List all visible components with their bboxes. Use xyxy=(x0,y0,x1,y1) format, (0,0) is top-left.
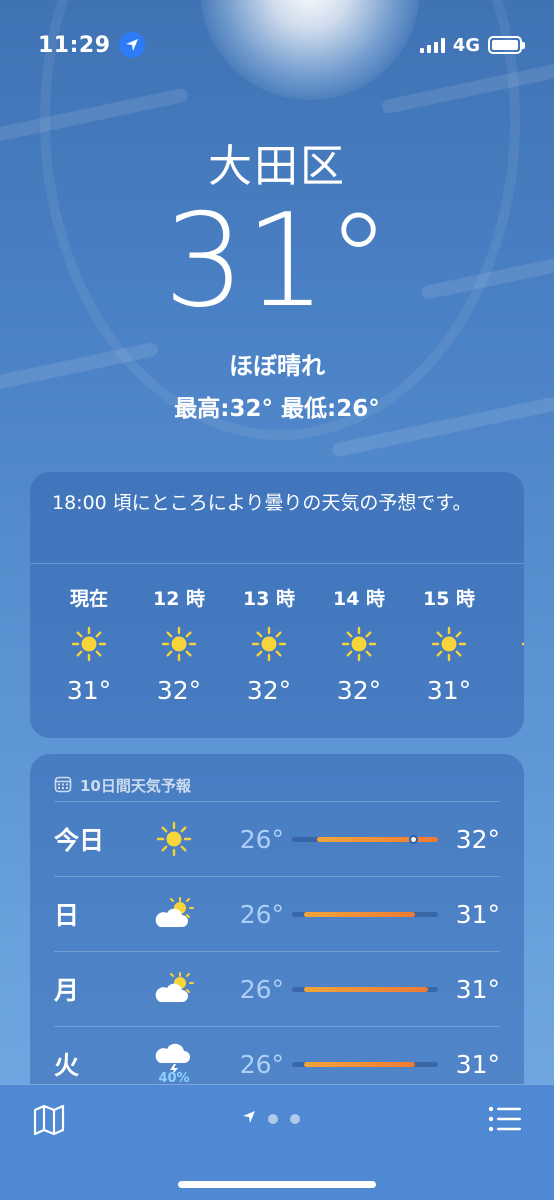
hour-label: 12 時 xyxy=(152,588,206,610)
day-name: 火 xyxy=(54,1051,80,1080)
page-dot[interactable] xyxy=(268,1113,278,1124)
page-indicator[interactable] xyxy=(242,1109,300,1128)
status-time-group: 11:29 xyxy=(38,32,145,58)
day-row[interactable]: 月 26° 31° xyxy=(54,952,500,1027)
day-high: 31° xyxy=(455,974,500,1004)
hour-label: 16 xyxy=(494,584,524,612)
hourly-forecast-card[interactable]: 18:00 頃にところにより曇りの天気の予想です。 現在 31° 12 時 32… xyxy=(30,472,524,738)
sun-icon xyxy=(224,612,314,676)
sun-icon xyxy=(144,821,204,857)
partly-cloudy-icon xyxy=(144,896,204,932)
hour-label: 現在 xyxy=(69,588,108,610)
hour-item: 16 3 xyxy=(494,584,524,705)
sun-icon xyxy=(494,612,524,676)
current-weather: 大田区 31° ほぼ晴れ 最高:32° 最低:26° xyxy=(0,130,554,423)
day-row[interactable]: 日 26° 31° xyxy=(54,877,500,952)
temperature-range-bar xyxy=(292,912,438,917)
status-bar: 11:29 4G xyxy=(0,28,554,62)
current-temperature: 31° xyxy=(163,187,391,336)
range-fill xyxy=(316,837,438,842)
bottom-toolbar xyxy=(0,1084,554,1200)
location-arrow-icon xyxy=(242,1109,256,1128)
hour-temp: 32° xyxy=(156,676,202,705)
hour-label: 15 時 xyxy=(422,588,476,610)
day-high: 31° xyxy=(455,899,500,929)
hourly-list[interactable]: 現在 31° 12 時 32° 13 時 32° 14 時 32° 15 時 3… xyxy=(30,564,524,705)
home-indicator[interactable] xyxy=(178,1181,376,1188)
hour-item: 12 時 32° xyxy=(134,584,224,705)
hour-label: 13 時 xyxy=(242,588,296,610)
daily-title: 10日間天気予報 xyxy=(80,777,191,795)
hour-item: 13 時 32° xyxy=(224,584,314,705)
signal-icon xyxy=(419,37,445,53)
hour-temp: 31° xyxy=(66,676,112,705)
temperature-range-bar xyxy=(292,1062,438,1067)
day-high: 32° xyxy=(455,824,500,854)
hour-temp: 32° xyxy=(336,676,382,705)
list-icon[interactable] xyxy=(488,1105,522,1133)
hour-temp: 31° xyxy=(426,676,472,705)
sun-icon xyxy=(404,612,494,676)
status-right: 4G xyxy=(419,34,525,56)
day-low: 26° xyxy=(239,899,284,929)
day-name: 今日 xyxy=(54,826,105,855)
location-name: 大田区 xyxy=(208,141,346,192)
day-low: 26° xyxy=(239,824,284,854)
range-fill xyxy=(303,1062,415,1067)
temperature-range-bar xyxy=(292,835,438,844)
hour-item: 現在 31° xyxy=(44,584,134,705)
hour-item: 14 時 32° xyxy=(314,584,404,705)
day-name: 日 xyxy=(54,901,80,930)
high-low: 最高:32° 最低:26° xyxy=(174,396,380,422)
range-fill xyxy=(303,912,415,917)
sun-icon xyxy=(44,612,134,676)
map-icon[interactable] xyxy=(32,1103,66,1137)
day-row[interactable]: 今日 26° 32° xyxy=(54,802,500,877)
current-temp-marker xyxy=(408,835,418,844)
page-dot[interactable] xyxy=(290,1113,300,1124)
day-name: 月 xyxy=(54,976,80,1005)
battery-icon xyxy=(488,36,525,54)
range-fill xyxy=(303,987,428,992)
thunderstorm-icon: 40% xyxy=(144,1043,204,1086)
cloud-streak xyxy=(380,59,554,115)
calendar-icon xyxy=(54,775,72,797)
partly-cloudy-icon xyxy=(144,971,204,1007)
hour-label: 14 時 xyxy=(332,588,386,610)
status-time: 11:29 xyxy=(38,32,111,58)
hour-item: 15 時 31° xyxy=(404,584,494,705)
location-arrow-icon xyxy=(118,32,145,58)
hour-temp: 3 xyxy=(494,676,524,705)
hourly-summary: 18:00 頃にところにより曇りの天気の予想です。 xyxy=(30,472,524,564)
day-low: 26° xyxy=(239,1049,284,1079)
current-condition: ほぼ晴れ xyxy=(229,352,325,380)
day-high: 31° xyxy=(455,1049,500,1079)
daily-title-row: 10日間天気予報 xyxy=(54,754,500,802)
network-label: 4G xyxy=(452,34,480,56)
day-low: 26° xyxy=(239,974,284,1004)
sun-icon xyxy=(314,612,404,676)
sun-icon xyxy=(134,612,224,676)
temperature-range-bar xyxy=(292,987,438,992)
hour-temp: 32° xyxy=(246,676,292,705)
